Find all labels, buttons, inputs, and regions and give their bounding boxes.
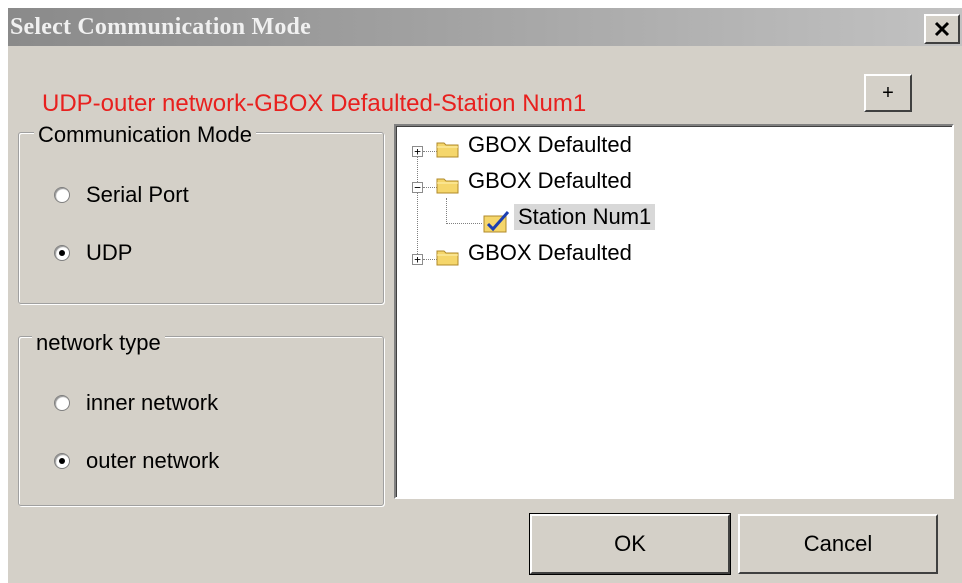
communication-mode-legend: Communication Mode xyxy=(34,122,256,148)
radio-button-icon[interactable] xyxy=(54,187,70,203)
communication-mode-group xyxy=(18,132,384,304)
expand-icon[interactable]: + xyxy=(412,146,423,157)
tree-connector xyxy=(446,223,482,224)
ok-button[interactable]: OK xyxy=(529,513,731,575)
tree-node-gbox-1[interactable]: GBOX Defaulted xyxy=(468,132,632,158)
radio-serial-port[interactable]: Serial Port xyxy=(54,182,189,208)
expand-icon[interactable]: + xyxy=(412,254,423,265)
tree-connector xyxy=(417,152,418,264)
radio-udp[interactable]: UDP xyxy=(54,240,132,266)
radio-inner-network[interactable]: inner network xyxy=(54,390,218,416)
collapse-icon[interactable]: − xyxy=(412,182,423,193)
radio-label: outer network xyxy=(86,448,220,473)
close-icon xyxy=(934,21,950,37)
radio-button-selected-icon[interactable] xyxy=(54,453,70,469)
tree-connector xyxy=(423,187,437,188)
title-bar[interactable]: Select Communication Mode xyxy=(8,8,962,46)
window-title: Select Communication Mode xyxy=(10,14,311,40)
communication-mode-dialog: Select Communication Mode UDP-outer netw… xyxy=(8,8,962,583)
network-type-legend: network type xyxy=(32,330,165,356)
connection-summary: UDP-outer network-GBOX Defaulted-Station… xyxy=(42,90,587,117)
tree-connector xyxy=(423,151,437,152)
folder-icon xyxy=(436,178,459,194)
folder-icon xyxy=(436,250,459,266)
close-button[interactable] xyxy=(924,14,960,44)
add-button[interactable]: + xyxy=(864,74,912,112)
radio-button-selected-icon[interactable] xyxy=(54,245,70,261)
folder-icon xyxy=(436,142,459,158)
tree-node-gbox-2[interactable]: GBOX Defaulted xyxy=(468,168,632,194)
network-type-group xyxy=(18,336,384,506)
radio-label: UDP xyxy=(86,240,133,265)
device-tree[interactable]: + GBOX Defaulted − GBOX Defaulted Statio… xyxy=(394,124,954,499)
tree-node-gbox-3[interactable]: GBOX Defaulted xyxy=(468,240,632,266)
cancel-button[interactable]: Cancel xyxy=(738,514,938,574)
tree-connector xyxy=(446,198,447,224)
tree-node-station-num1[interactable]: Station Num1 xyxy=(514,204,656,230)
radio-label: inner network xyxy=(86,390,219,415)
radio-outer-network[interactable]: outer network xyxy=(54,448,219,474)
radio-label: Serial Port xyxy=(86,182,189,207)
checked-station-icon xyxy=(483,211,510,233)
radio-button-icon[interactable] xyxy=(54,395,70,411)
tree-connector xyxy=(423,259,437,260)
